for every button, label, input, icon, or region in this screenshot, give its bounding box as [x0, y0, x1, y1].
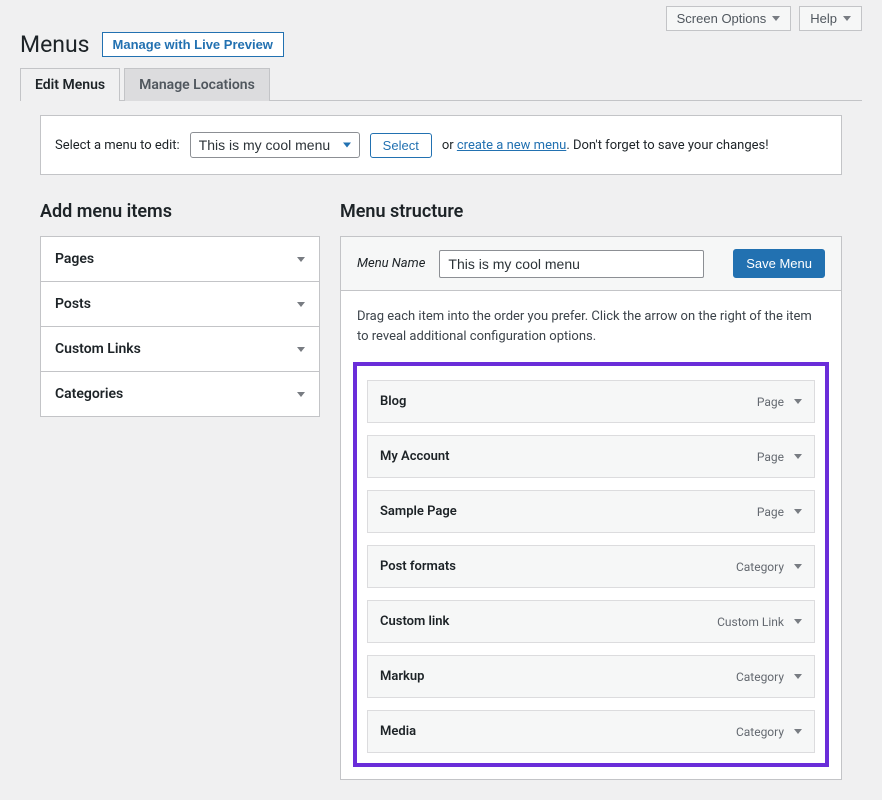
chevron-down-icon [843, 16, 851, 21]
chevron-down-icon [297, 347, 305, 352]
select-prompt: Select a menu to edit: [55, 138, 180, 153]
chevron-down-icon[interactable] [794, 454, 802, 459]
menu-name-input[interactable] [439, 250, 704, 278]
menu-structure-box: Menu Name Save Menu Drag each item into … [340, 236, 842, 780]
tab-manage-locations[interactable]: Manage Locations [124, 68, 270, 101]
accordion-label: Categories [55, 386, 123, 402]
chevron-down-icon[interactable] [794, 399, 802, 404]
menu-item-type: Category [736, 560, 784, 574]
accordion-custom-links[interactable]: Custom Links [41, 327, 319, 372]
menu-item-type: Category [736, 725, 784, 739]
menu-item-label: My Account [380, 449, 450, 464]
menu-item-label: Markup [380, 669, 424, 684]
menu-item-type: Page [757, 450, 784, 464]
accordion-label: Pages [55, 251, 94, 267]
help-label: Help [810, 11, 837, 26]
menu-item[interactable]: Markup Category [367, 655, 815, 698]
menu-item[interactable]: My Account Page [367, 435, 815, 478]
chevron-down-icon[interactable] [794, 509, 802, 514]
menu-item-type: Page [757, 505, 784, 519]
accordion-label: Custom Links [55, 341, 141, 357]
menu-item-label: Sample Page [380, 504, 457, 519]
menu-item[interactable]: Media Category [367, 710, 815, 753]
menu-select-bar: Select a menu to edit: This is my cool m… [40, 115, 842, 175]
menu-item[interactable]: Sample Page Page [367, 490, 815, 533]
create-menu-link[interactable]: create a new menu [457, 138, 566, 153]
tab-edit-menus[interactable]: Edit Menus [20, 68, 120, 101]
chevron-down-icon[interactable] [794, 729, 802, 734]
menu-structure-title: Menu structure [340, 201, 842, 222]
menu-item-label: Media [380, 724, 416, 739]
menu-item-type: Category [736, 670, 784, 684]
add-items-title: Add menu items [40, 201, 320, 222]
chevron-down-icon[interactable] [794, 564, 802, 569]
chevron-down-icon [297, 392, 305, 397]
save-menu-button[interactable]: Save Menu [733, 249, 825, 278]
menu-item-label: Blog [380, 394, 406, 409]
add-items-accordion: Pages Posts Custom Links Categories [40, 236, 320, 417]
chevron-down-icon [297, 257, 305, 262]
instructions-text: Drag each item into the order you prefer… [341, 291, 841, 362]
chevron-down-icon[interactable] [794, 674, 802, 679]
live-preview-button[interactable]: Manage with Live Preview [102, 32, 284, 57]
accordion-categories[interactable]: Categories [41, 372, 319, 416]
help-button[interactable]: Help [799, 6, 862, 31]
accordion-posts[interactable]: Posts [41, 282, 319, 327]
menu-item[interactable]: Custom link Custom Link [367, 600, 815, 643]
chevron-down-icon [297, 302, 305, 307]
tabs: Edit Menus Manage Locations [20, 68, 862, 101]
menu-item-label: Post formats [380, 559, 456, 574]
screen-options-label: Screen Options [677, 11, 767, 26]
menu-item-type: Custom Link [717, 615, 784, 629]
accordion-label: Posts [55, 296, 91, 312]
screen-options-button[interactable]: Screen Options [666, 6, 792, 31]
accordion-pages[interactable]: Pages [41, 237, 319, 282]
menu-item[interactable]: Blog Page [367, 380, 815, 423]
menu-item-type: Page [757, 395, 784, 409]
menu-item[interactable]: Post formats Category [367, 545, 815, 588]
or-text: or create a new menu. Don't forget to sa… [442, 138, 769, 153]
chevron-down-icon[interactable] [794, 619, 802, 624]
select-button[interactable]: Select [370, 133, 432, 158]
menu-select[interactable]: This is my cool menu [190, 132, 360, 158]
menu-item-label: Custom link [380, 614, 449, 629]
page-title: Menus [20, 31, 90, 58]
chevron-down-icon [772, 16, 780, 21]
menu-items-highlight: Blog Page My Account Page [353, 362, 829, 767]
menu-name-label: Menu Name [357, 256, 425, 271]
